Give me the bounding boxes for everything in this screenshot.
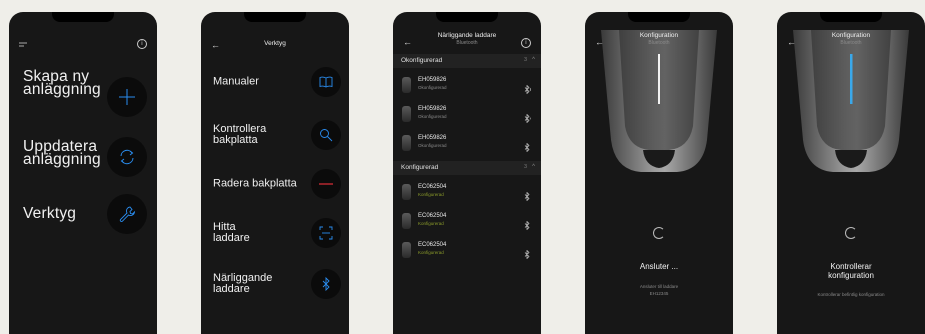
plus-icon bbox=[107, 77, 147, 117]
info-icon[interactable]: i bbox=[521, 38, 531, 48]
book-icon bbox=[311, 67, 341, 97]
device-name: EH059826 bbox=[418, 106, 447, 112]
phone-connecting-screen: ← Konfiguration Bluetooth Ansluter ... A… bbox=[585, 12, 733, 334]
create-facility-label: Skapa ny anläggning bbox=[23, 68, 101, 98]
list-item[interactable]: EC062504 Konfigurerad bbox=[393, 237, 541, 265]
page-subtitle: Bluetooth bbox=[648, 40, 670, 46]
bluetooth-signal-icon bbox=[524, 139, 532, 157]
minus-icon bbox=[311, 169, 341, 199]
device-name: EC062504 bbox=[418, 242, 447, 248]
find-charger-label: Hitta laddare bbox=[213, 221, 250, 244]
page-title: Verktyg bbox=[264, 40, 286, 47]
check-backplate-label: Kontrollera bakplatta bbox=[213, 123, 267, 146]
app-header: ← Konfiguration Bluetooth bbox=[585, 32, 733, 56]
charger-thumbnail bbox=[402, 77, 411, 93]
device-status: Konfigurerad bbox=[418, 192, 444, 197]
phone-checking-config-screen: ← Konfiguration Bluetooth Kontrollerar k… bbox=[777, 12, 925, 334]
scan-icon bbox=[311, 218, 341, 248]
phone-nearby-chargers-screen: ← Närliggande laddare Bluetooth i Okonfi… bbox=[393, 12, 541, 334]
section-count: 3 bbox=[523, 57, 527, 63]
device-name: EH059826 bbox=[418, 135, 447, 141]
charger-thumbnail bbox=[402, 213, 411, 229]
phone-notch bbox=[628, 12, 690, 22]
device-status: Konfigurerad bbox=[418, 221, 444, 226]
app-header: i bbox=[9, 38, 157, 62]
nearby-chargers-button[interactable]: Närliggande laddare bbox=[213, 266, 341, 302]
status-detail: Kontrollerar befintlig konfiguration bbox=[817, 292, 885, 297]
loading-spinner bbox=[777, 227, 925, 239]
refresh-icon bbox=[107, 137, 147, 177]
section-header-unconfigured[interactable]: Okonfigurerad 3 ^ bbox=[393, 54, 541, 68]
bluetooth-signal-icon bbox=[524, 81, 532, 99]
device-status: Okonfigurerad bbox=[418, 143, 447, 148]
charger-thumbnail bbox=[402, 135, 411, 151]
update-facility-button[interactable]: Uppdatera anläggning bbox=[23, 137, 147, 187]
list-item[interactable]: EH059826 Okonfigurerad bbox=[393, 101, 541, 129]
phone-notch bbox=[436, 12, 498, 22]
status-detail: Ansluter till laddare bbox=[639, 284, 679, 289]
nearby-chargers-label: Närliggande laddare bbox=[213, 272, 273, 295]
page-title: Konfiguration bbox=[639, 32, 679, 39]
tools-label: Verktyg bbox=[23, 205, 77, 222]
chevron-up-icon: ^ bbox=[532, 57, 535, 63]
phone-notch bbox=[820, 12, 882, 22]
bluetooth-icon bbox=[524, 246, 532, 264]
create-facility-button[interactable]: Skapa ny anläggning bbox=[23, 67, 147, 127]
bluetooth-icon bbox=[311, 269, 341, 299]
section-header-configured[interactable]: Konfigurerad 3 ^ bbox=[393, 161, 541, 175]
section-title: Konfigurerad bbox=[401, 164, 439, 171]
device-status: Okonfigurerad bbox=[418, 85, 447, 90]
list-item[interactable]: EC062504 Konfigurerad bbox=[393, 208, 541, 236]
section-title: Okonfigurerad bbox=[401, 57, 443, 64]
bluetooth-icon bbox=[524, 188, 532, 206]
tools-button[interactable]: Verktyg bbox=[23, 194, 147, 234]
manuals-label: Manualer bbox=[213, 75, 259, 88]
device-status: Okonfigurerad bbox=[418, 114, 447, 119]
status-text: Ansluter ... bbox=[639, 262, 679, 271]
page-title: Konfiguration bbox=[831, 32, 871, 39]
phone-notch bbox=[52, 12, 114, 22]
device-name: EH059826 bbox=[418, 77, 447, 83]
menu-icon[interactable] bbox=[19, 40, 27, 50]
device-status: Konfigurerad bbox=[418, 250, 444, 255]
loading-spinner bbox=[585, 227, 733, 239]
charger-thumbnail bbox=[402, 242, 411, 258]
app-header: ← Verktyg bbox=[201, 38, 349, 62]
list-item[interactable]: EH059826 Okonfigurerad bbox=[393, 130, 541, 158]
delete-backplate-button[interactable]: Radera bakplatta bbox=[213, 166, 341, 202]
phone-home-screen: i Skapa ny anläggning Uppdatera anläggni… bbox=[9, 12, 157, 334]
device-name: EC062504 bbox=[418, 213, 447, 219]
page-title: Närliggande laddare bbox=[437, 32, 497, 39]
app-header: ← Konfiguration Bluetooth bbox=[777, 32, 925, 56]
phone-notch bbox=[244, 12, 306, 22]
list-item[interactable]: EC062504 Konfigurerad bbox=[393, 179, 541, 207]
info-icon[interactable]: i bbox=[137, 39, 147, 49]
device-name: EC062504 bbox=[418, 184, 447, 190]
wrench-icon bbox=[107, 194, 147, 234]
bluetooth-signal-icon bbox=[524, 110, 532, 128]
find-charger-button[interactable]: Hitta laddare bbox=[213, 215, 341, 251]
phone-tools-screen: ← Verktyg Manualer Kontrollera bakplatta… bbox=[201, 12, 349, 334]
charger-id: EH12345 bbox=[649, 291, 669, 296]
status-text: Kontrollerar konfiguration bbox=[828, 262, 874, 280]
app-header: ← Närliggande laddare Bluetooth i bbox=[393, 32, 541, 56]
check-backplate-button[interactable]: Kontrollera bakplatta bbox=[213, 117, 341, 153]
page-subtitle: Bluetooth bbox=[840, 40, 862, 46]
magnifier-icon bbox=[311, 120, 341, 150]
section-count: 3 bbox=[523, 164, 527, 170]
manuals-button[interactable]: Manualer bbox=[213, 64, 341, 100]
bluetooth-icon bbox=[524, 217, 532, 235]
update-facility-label: Uppdatera anläggning bbox=[23, 138, 101, 168]
chevron-up-icon: ^ bbox=[532, 164, 535, 170]
charger-thumbnail bbox=[402, 106, 411, 122]
delete-backplate-label: Radera bakplatta bbox=[213, 177, 297, 190]
page-subtitle: Bluetooth bbox=[456, 40, 478, 46]
charger-thumbnail bbox=[402, 184, 411, 200]
list-item[interactable]: EH059826 Okonfigurerad bbox=[393, 72, 541, 100]
